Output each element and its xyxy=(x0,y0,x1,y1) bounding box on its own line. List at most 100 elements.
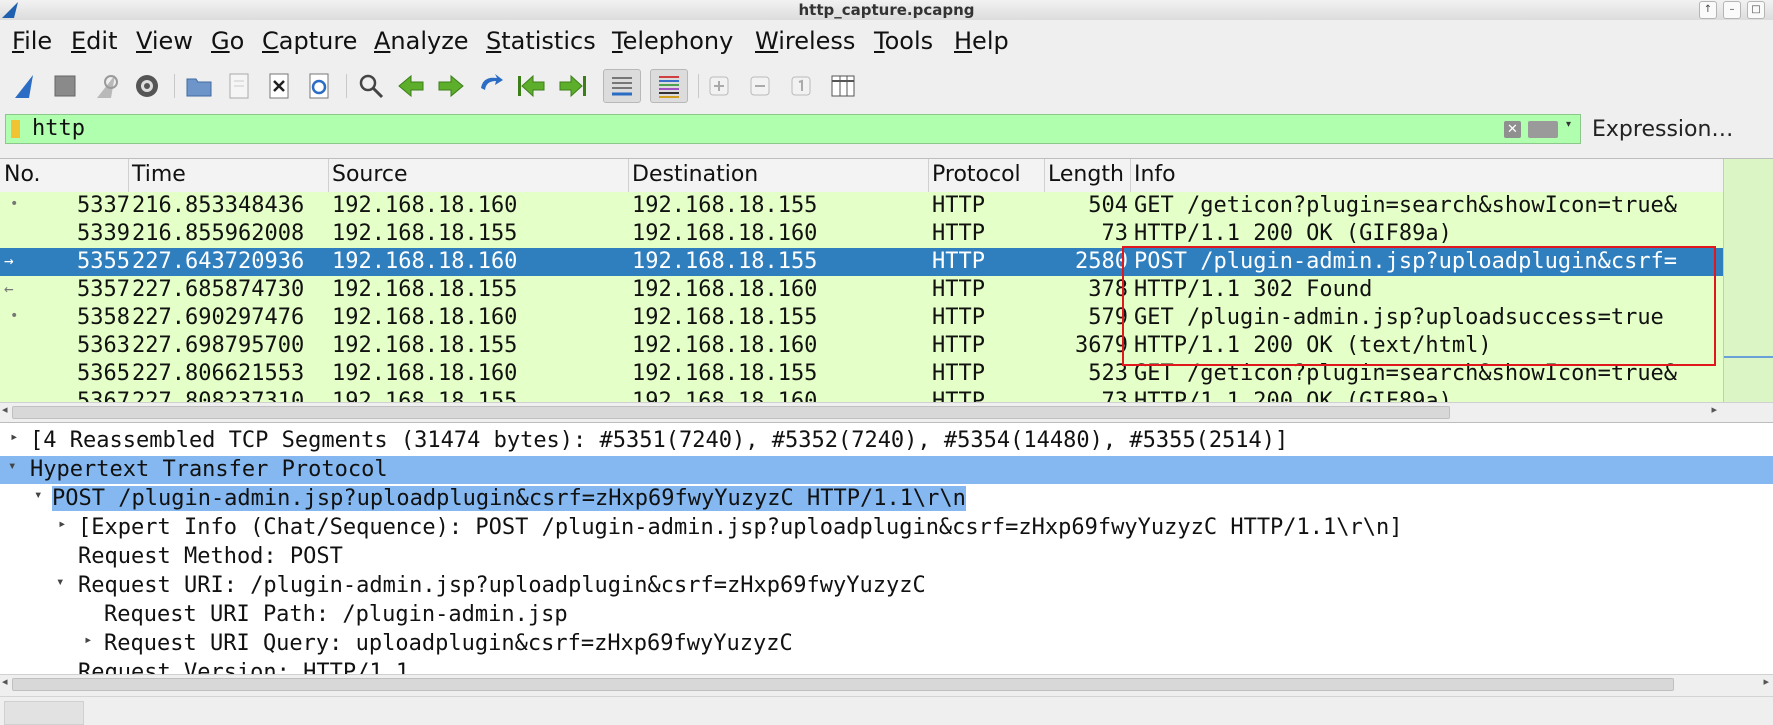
go-last-icon[interactable] xyxy=(556,69,590,103)
window-up-button[interactable]: ↑ xyxy=(1699,1,1717,19)
column-header-destination[interactable]: Destination xyxy=(632,162,758,187)
go-back-icon[interactable] xyxy=(394,69,428,103)
zoom-out-icon[interactable] xyxy=(743,69,777,103)
scrollbar-thumb[interactable] xyxy=(12,678,1674,691)
capture-options-icon[interactable] xyxy=(130,69,164,103)
display-filter-input[interactable]: http ✕ ▾ xyxy=(5,114,1581,144)
menu-capture[interactable]: Capture xyxy=(262,27,357,55)
column-header-protocol[interactable]: Protocol xyxy=(932,162,1021,187)
menu-telephony[interactable]: Telephony xyxy=(612,27,733,55)
scroll-right-icon[interactable]: ▸ xyxy=(1763,675,1769,688)
expand-arrow-icon[interactable]: ▸ xyxy=(84,632,92,648)
window-minimize-button[interactable]: – xyxy=(1723,1,1741,19)
column-header-info[interactable]: Info xyxy=(1134,162,1176,187)
packet-destination: 192.168.18.155 xyxy=(632,305,818,330)
column-header-no[interactable]: No. xyxy=(4,162,41,187)
clear-filter-icon[interactable]: ✕ xyxy=(1504,121,1521,138)
detail-row-uri-query[interactable]: ▸ Request URI Query: uploadplugin&csrf=z… xyxy=(0,630,1773,658)
save-file-icon[interactable] xyxy=(222,69,256,103)
packet-length: 523 xyxy=(1088,361,1128,386)
packet-no: 5358 xyxy=(77,305,130,330)
packet-list-header: No. Time Source Destination Protocol Len… xyxy=(0,159,1723,193)
packet-protocol: HTTP xyxy=(932,221,985,246)
bookmark-icon[interactable] xyxy=(11,120,20,138)
detail-row-request-line[interactable]: ▾ POST /plugin-admin.jsp?uploadplugin&cs… xyxy=(0,485,1773,513)
packet-protocol: HTTP xyxy=(932,193,985,218)
menu-tools[interactable]: Tools xyxy=(874,27,933,55)
menu-edit[interactable]: Edit xyxy=(71,27,117,55)
packet-list-horizontal-scrollbar[interactable]: ◂ ▸ xyxy=(0,402,1773,421)
resize-columns-icon[interactable] xyxy=(826,69,860,103)
auto-scroll-icon[interactable] xyxy=(603,69,641,103)
expression-button[interactable]: Expression… xyxy=(1592,117,1733,142)
detail-row-expert-info[interactable]: ▸ [Expert Info (Chat/Sequence): POST /pl… xyxy=(0,514,1773,542)
detail-row-http[interactable]: ▾ Hypertext Transfer Protocol xyxy=(0,456,1773,484)
scroll-left-icon[interactable]: ◂ xyxy=(2,403,8,416)
packet-row[interactable]: 5339 216.855962008 192.168.18.155 192.16… xyxy=(0,220,1723,248)
packet-no: 5339 xyxy=(77,221,130,246)
detail-row-request-uri[interactable]: ▾ Request URI: /plugin-admin.jsp?uploadp… xyxy=(0,572,1773,600)
related-packet-marker: • xyxy=(10,308,19,324)
collapse-arrow-icon[interactable]: ▾ xyxy=(8,458,16,474)
detail-text: Request URI: /plugin-admin.jsp?uploadplu… xyxy=(78,573,926,598)
go-first-icon[interactable] xyxy=(514,69,548,103)
packet-row[interactable]: • 5337 216.853348436 192.168.18.160 192.… xyxy=(0,192,1723,220)
packet-destination: 192.168.18.160 xyxy=(632,333,818,358)
column-separator xyxy=(328,159,329,192)
packet-protocol: HTTP xyxy=(932,389,985,403)
reload-file-icon[interactable] xyxy=(302,69,336,103)
menu-help[interactable]: Help xyxy=(954,27,1009,55)
find-packet-icon[interactable] xyxy=(354,69,388,103)
collapse-arrow-icon[interactable]: ▾ xyxy=(34,487,42,503)
status-bar xyxy=(0,696,1773,725)
expand-arrow-icon[interactable]: ▸ xyxy=(58,516,66,532)
column-separator xyxy=(628,159,629,192)
chevron-down-icon[interactable]: ▾ xyxy=(1566,119,1571,130)
collapse-arrow-icon[interactable]: ▾ xyxy=(56,574,64,590)
packet-destination: 192.168.18.155 xyxy=(632,193,818,218)
start-capture-icon[interactable] xyxy=(8,69,42,103)
packet-protocol: HTTP xyxy=(932,361,985,386)
menu-analyze[interactable]: Analyze xyxy=(374,27,469,55)
packet-no: 5367 xyxy=(77,389,130,403)
zoom-in-icon[interactable] xyxy=(702,69,736,103)
column-header-time[interactable]: Time xyxy=(132,162,186,187)
normal-size-icon[interactable] xyxy=(784,69,818,103)
menu-go[interactable]: Go xyxy=(211,27,244,55)
details-horizontal-scrollbar[interactable]: ◂ ▸ xyxy=(0,674,1773,693)
detail-text: Request URI Query: uploadplugin&csrf=zHx… xyxy=(104,631,793,656)
status-cell[interactable] xyxy=(4,701,84,725)
window-maximize-button[interactable]: □ xyxy=(1747,1,1765,19)
packet-protocol: HTTP xyxy=(932,333,985,358)
detail-row-uri-path[interactable]: Request URI Path: /plugin-admin.jsp xyxy=(0,601,1773,629)
request-arrow-icon: → xyxy=(4,251,14,270)
go-to-packet-icon[interactable] xyxy=(474,69,508,103)
menu-statistics[interactable]: Statistics xyxy=(486,27,596,55)
packet-details-tree: ▸ [4 Reassembled TCP Segments (31474 byt… xyxy=(0,422,1773,679)
packet-destination: 192.168.18.155 xyxy=(632,249,818,274)
open-file-icon[interactable] xyxy=(182,69,216,103)
scroll-right-icon[interactable]: ▸ xyxy=(1711,403,1717,416)
packet-length: 378 xyxy=(1088,277,1128,302)
column-header-length[interactable]: Length xyxy=(1048,162,1124,187)
scroll-left-icon[interactable]: ◂ xyxy=(2,675,8,688)
packet-no: 5365 xyxy=(77,361,130,386)
stop-capture-icon[interactable] xyxy=(48,69,82,103)
apply-filter-icon[interactable] xyxy=(1528,121,1558,138)
go-forward-icon[interactable] xyxy=(434,69,468,103)
menu-wireless[interactable]: Wireless xyxy=(755,27,855,55)
colorize-icon[interactable] xyxy=(650,69,688,103)
filter-text[interactable]: http xyxy=(32,116,85,141)
expand-arrow-icon[interactable]: ▸ xyxy=(10,429,18,445)
packet-time: 227.808237310 xyxy=(132,389,305,403)
menu-view[interactable]: View xyxy=(136,27,193,55)
detail-row-reassembled[interactable]: ▸ [4 Reassembled TCP Segments (31474 byt… xyxy=(0,427,1773,455)
close-file-icon[interactable] xyxy=(262,69,296,103)
packet-minimap[interactable] xyxy=(1723,159,1773,403)
detail-row-request-method[interactable]: Request Method: POST xyxy=(0,543,1773,571)
scrollbar-thumb[interactable] xyxy=(12,406,1450,419)
menu-file[interactable]: File xyxy=(12,27,52,55)
packet-row[interactable]: 5367 227.808237310 192.168.18.155 192.16… xyxy=(0,388,1723,403)
column-header-source[interactable]: Source xyxy=(332,162,408,187)
restart-capture-icon[interactable] xyxy=(90,69,124,103)
